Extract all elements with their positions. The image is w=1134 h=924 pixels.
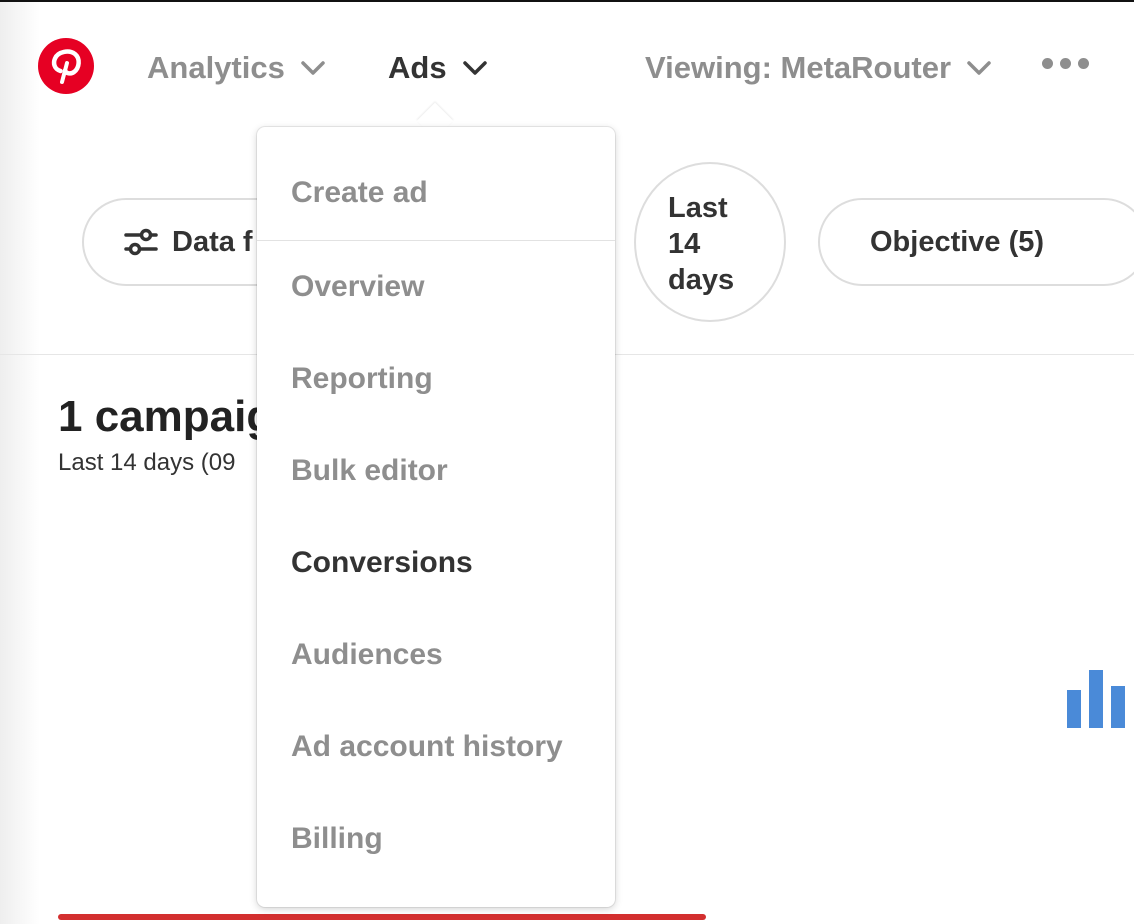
menu-item-ad-account-history[interactable]: Ad account history	[291, 730, 563, 764]
bar-chart-icon	[1066, 670, 1126, 730]
menu-item-conversions[interactable]: Conversions	[291, 546, 473, 580]
nav-analytics-label: Analytics	[147, 50, 285, 85]
menu-item-billing[interactable]: Billing	[291, 822, 383, 856]
account-switcher-label: Viewing: MetaRouter	[645, 50, 952, 85]
nav-analytics-menu[interactable]: Analytics	[147, 48, 325, 88]
filter-sliders-icon	[124, 228, 158, 256]
chevron-down-icon	[301, 61, 325, 75]
date-range-line-1: Last	[668, 192, 728, 224]
date-range-line-2: 14	[668, 228, 701, 260]
menu-item-audiences[interactable]: Audiences	[291, 638, 443, 672]
menu-separator	[257, 240, 615, 241]
account-switcher[interactable]: Viewing: MetaRouter	[645, 48, 991, 88]
data-filter-label: Data f	[172, 225, 253, 258]
nav-ads-menu[interactable]: Ads	[388, 48, 487, 88]
menu-item-create-ad[interactable]: Create ad	[291, 176, 428, 210]
chevron-down-icon	[462, 61, 487, 75]
objective-filter-button[interactable]: Objective (5)	[818, 198, 1134, 286]
campaign-status-bar	[58, 914, 706, 920]
window-top-border	[0, 0, 1134, 2]
left-edge-shadow	[0, 2, 40, 924]
date-range-button[interactable]: Last 14 days	[634, 162, 786, 322]
date-range-subtitle: Last 14 days (09	[58, 449, 236, 476]
menu-item-bulk-editor[interactable]: Bulk editor	[291, 454, 448, 488]
date-range-line-3: days	[668, 264, 735, 296]
ads-dropdown-menu: Create ad Overview Reporting Bulk editor…	[257, 127, 615, 907]
menu-item-reporting[interactable]: Reporting	[291, 362, 433, 396]
objective-filter-label: Objective (5)	[870, 225, 1045, 258]
pinterest-logo-icon[interactable]	[38, 38, 94, 94]
menu-item-overview[interactable]: Overview	[291, 270, 424, 304]
more-horizontal-icon[interactable]	[1042, 58, 1089, 69]
chevron-down-icon	[967, 61, 991, 75]
campaign-count-title: 1 campaig	[58, 392, 274, 441]
nav-ads-label: Ads	[388, 50, 447, 85]
